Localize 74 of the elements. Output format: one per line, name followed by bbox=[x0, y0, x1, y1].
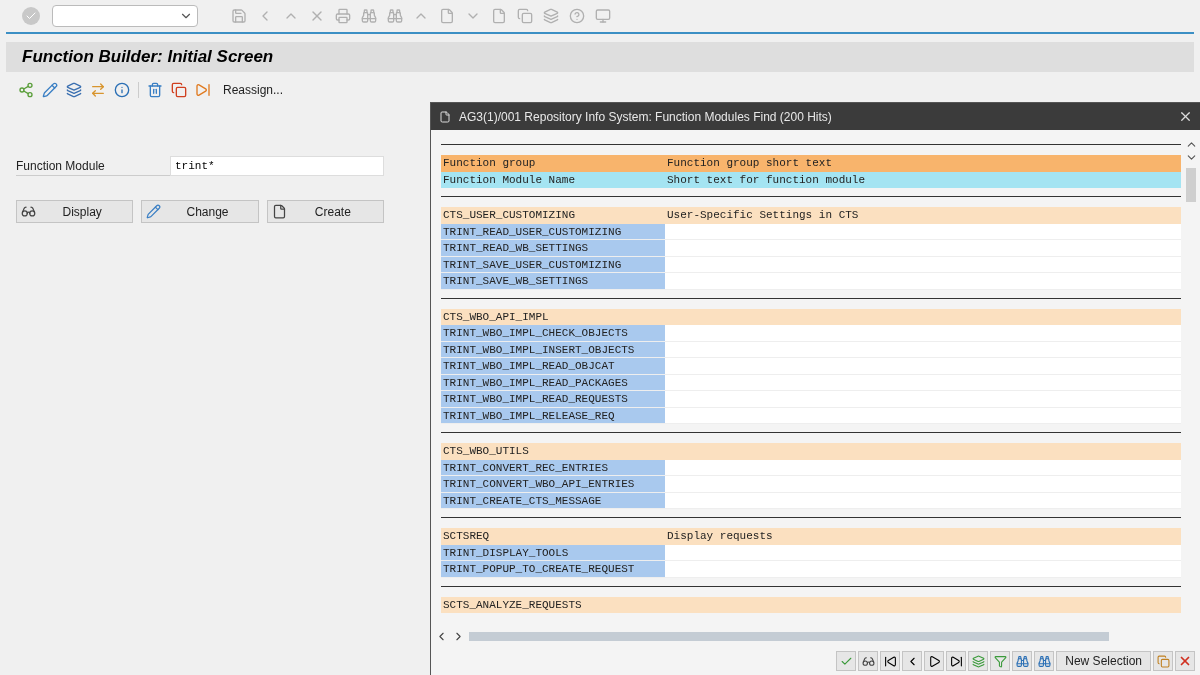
binoculars-icon bbox=[1015, 654, 1029, 668]
check-button[interactable] bbox=[836, 651, 857, 671]
module-name[interactable]: TRINT_SAVE_WB_SETTINGS bbox=[441, 273, 665, 289]
column-heading: Function Module Name bbox=[442, 172, 577, 188]
binoculars-icon bbox=[1037, 654, 1051, 668]
save-icon[interactable] bbox=[230, 7, 248, 25]
reassign-button[interactable]: Reassign... bbox=[223, 81, 284, 99]
group-row[interactable]: SCTS_ANALYZE_REQUESTS bbox=[441, 596, 1181, 613]
cancel-button[interactable] bbox=[1175, 651, 1195, 671]
group-row[interactable]: CTS_USER_CUSTOMIZING User-Specific Settings in CTS bbox=[441, 207, 1181, 224]
create-button[interactable]: Create bbox=[266, 200, 384, 223]
transfer-icon[interactable] bbox=[90, 82, 106, 98]
pencil-icon[interactable] bbox=[42, 82, 58, 98]
screen-title: Function Builder: Initial Screen bbox=[22, 46, 274, 69]
module-name[interactable]: TRINT_READ_WB_SETTINGS bbox=[441, 240, 665, 256]
next-button[interactable] bbox=[924, 651, 945, 671]
group-name: CTS_WBO_UTILS bbox=[442, 444, 530, 459]
group-row[interactable]: CTS_WBO_API_IMPL bbox=[441, 308, 1181, 325]
scrollbar-thumb[interactable] bbox=[1186, 168, 1196, 202]
last-page-icon bbox=[949, 654, 963, 668]
module-name[interactable]: TRINT_CONVERT_WBO_API_ENTRIES bbox=[441, 476, 665, 492]
field-label: Function Module bbox=[16, 156, 170, 176]
group-row[interactable]: SCTSREQ Display requests bbox=[441, 528, 1181, 545]
first-page-icon bbox=[883, 654, 897, 668]
group-name: SCTSREQ bbox=[442, 529, 491, 544]
group-name: CTS_USER_CUSTOMIZING bbox=[442, 208, 577, 223]
check-icon[interactable] bbox=[22, 7, 40, 25]
page-icon[interactable] bbox=[438, 7, 456, 25]
group-description: User-Specific Settings in CTS bbox=[666, 208, 860, 223]
glasses-button[interactable] bbox=[858, 651, 879, 671]
filter-button[interactable] bbox=[990, 651, 1011, 671]
document-icon bbox=[271, 204, 287, 219]
change-button[interactable]: Change bbox=[141, 200, 259, 223]
forward-icon[interactable] bbox=[195, 82, 211, 98]
help-icon[interactable] bbox=[568, 7, 586, 25]
copy-button[interactable] bbox=[1153, 651, 1173, 671]
pencil-icon bbox=[146, 204, 162, 219]
binoculars-icon[interactable] bbox=[360, 7, 378, 25]
binoculars-button[interactable] bbox=[1034, 651, 1055, 671]
copy-icon[interactable] bbox=[171, 82, 187, 98]
group-name: CTS_WBO_API_IMPL bbox=[442, 309, 550, 325]
glasses-icon bbox=[21, 204, 36, 219]
page-icon[interactable] bbox=[490, 7, 508, 25]
binoculars-button[interactable] bbox=[1012, 651, 1033, 671]
column-heading: Function group bbox=[442, 156, 537, 171]
column-heading: Short text for function module bbox=[666, 172, 867, 188]
module-name[interactable]: TRINT_WBO_IMPL_READ_OBJCAT bbox=[441, 358, 665, 374]
horizontal-scrollbar-thumb[interactable] bbox=[469, 631, 1109, 641]
new-selection-button[interactable]: New Selection bbox=[1056, 651, 1151, 671]
glasses-icon bbox=[861, 654, 875, 668]
function-module-input[interactable]: trint* bbox=[170, 156, 384, 176]
next-icon bbox=[927, 654, 941, 668]
module-name[interactable]: TRINT_WBO_IMPL_CHECK_OBJECTS bbox=[441, 325, 665, 341]
binoculars-icon[interactable] bbox=[386, 7, 404, 25]
filter-icon bbox=[993, 654, 1007, 668]
info-icon[interactable] bbox=[114, 82, 130, 98]
last-page-button[interactable] bbox=[946, 651, 967, 671]
close-icon[interactable] bbox=[1178, 109, 1193, 124]
column-heading: Function group short text bbox=[666, 156, 834, 171]
printer-icon[interactable] bbox=[334, 7, 352, 25]
module-name[interactable]: TRINT_POPUP_TO_CREATE_REQUEST bbox=[441, 561, 665, 577]
group-name: SCTS_ANALYZE_REQUESTS bbox=[442, 597, 583, 613]
module-name[interactable]: TRINT_WBO_IMPL_READ_REQUESTS bbox=[441, 391, 665, 407]
copy-icon bbox=[1156, 654, 1170, 668]
command-field[interactable] bbox=[52, 5, 198, 27]
first-page-button[interactable] bbox=[880, 651, 901, 671]
dialog-title: AG3(1)/001 Repository Info System: Function Modules Find (200 Hits) bbox=[459, 108, 833, 126]
group-row[interactable]: CTS_WBO_UTILS bbox=[441, 443, 1181, 460]
group-description: Display requests bbox=[666, 529, 774, 544]
trash-icon[interactable] bbox=[147, 82, 163, 98]
previous-button[interactable] bbox=[902, 651, 923, 671]
cancel-icon bbox=[1178, 654, 1192, 668]
display-button[interactable]: Display bbox=[16, 200, 134, 223]
monitor-icon[interactable] bbox=[594, 7, 612, 25]
